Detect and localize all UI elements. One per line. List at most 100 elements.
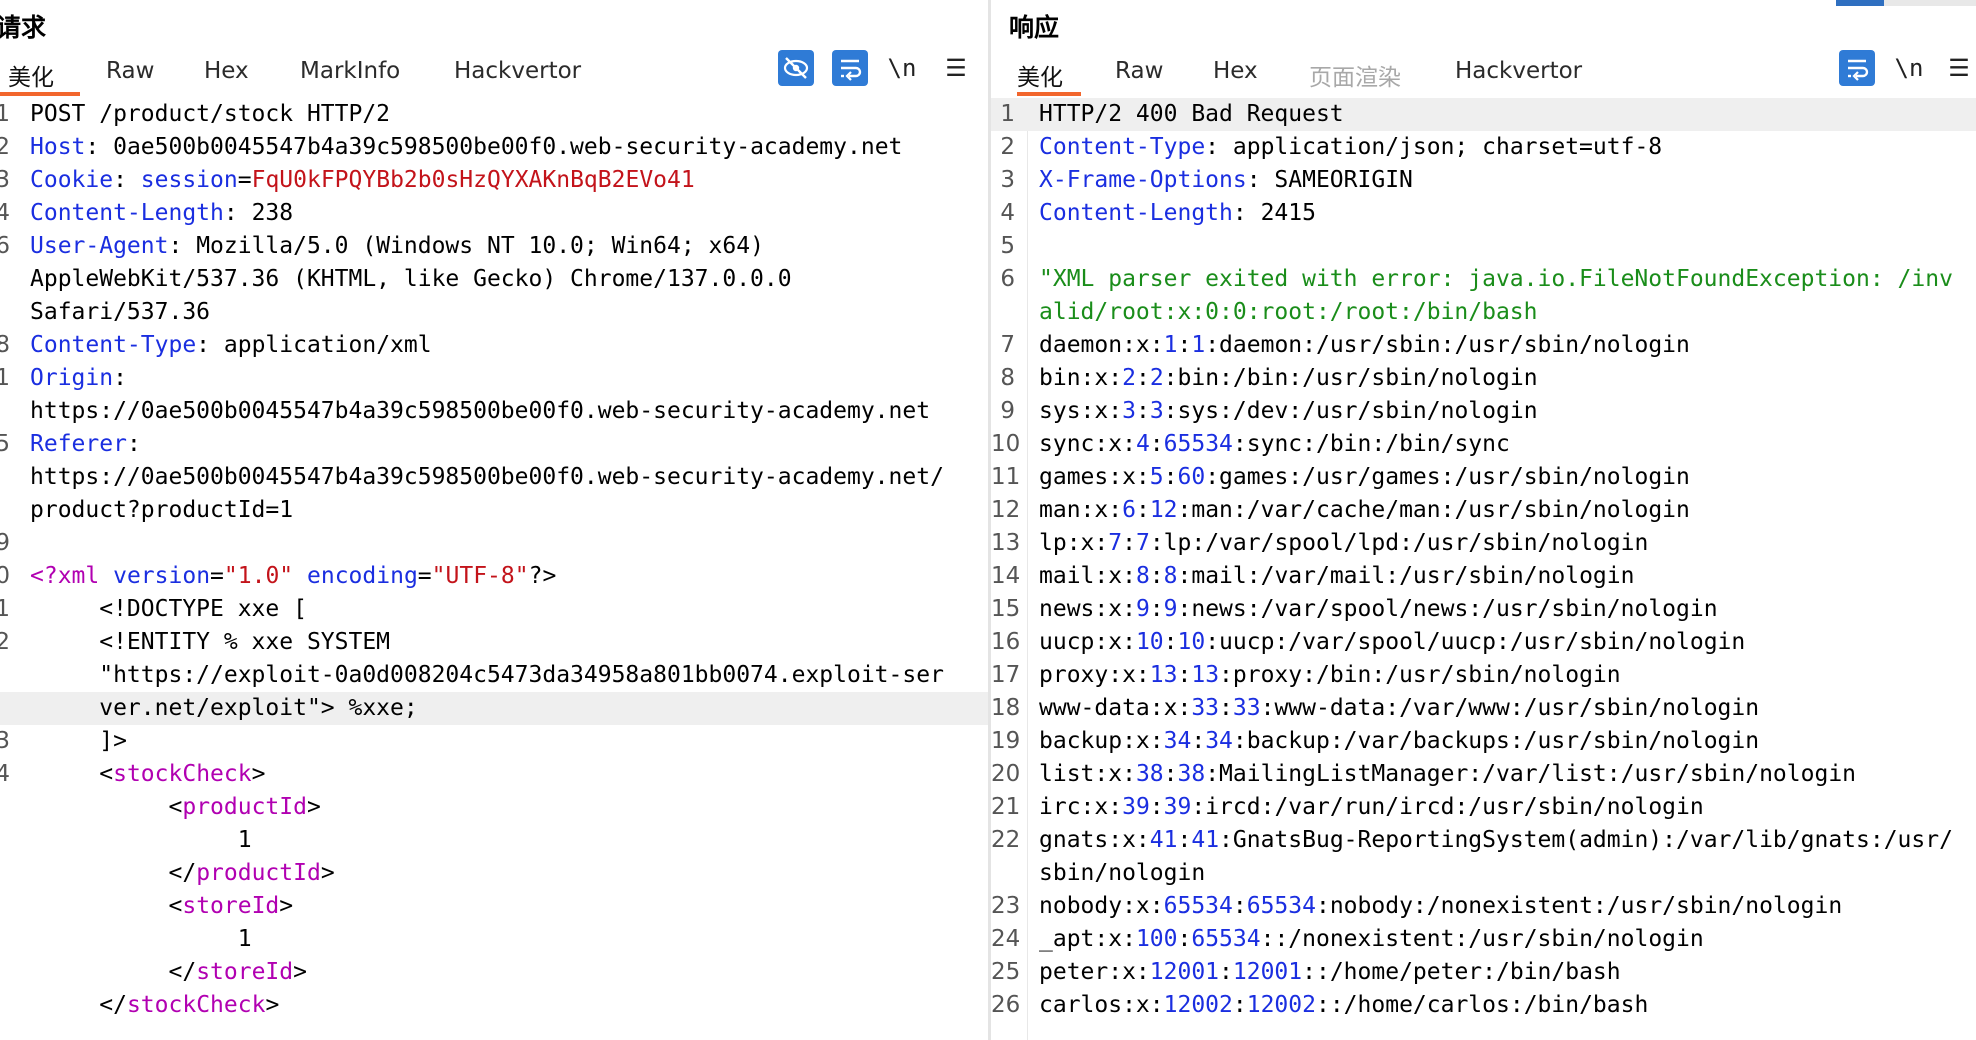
code-line: </stockCheck>: [0, 989, 988, 1022]
passwd-gid: 12001: [1232, 959, 1303, 985]
tag-bracket: >: [279, 893, 294, 919]
wrap-lines-button[interactable]: [832, 50, 868, 86]
response-title: 响应: [1009, 13, 1060, 42]
passwd-rest: :proxy:/bin:/usr/sbin/nologin: [1219, 662, 1621, 688]
tab-markinfo[interactable]: MarkInfo: [300, 58, 400, 84]
tab-hackvertor[interactable]: Hackvertor: [1455, 58, 1582, 84]
passwd-sep: :: [1177, 662, 1192, 688]
passwd-gid: 12002: [1246, 992, 1316, 1018]
header-value: application/json; charset=utf-8: [1232, 134, 1663, 160]
line-text: peter:x:12001:12001::/home/peter:/bin/ba…: [1039, 956, 1621, 989]
passwd-uid: 1: [1163, 332, 1178, 358]
line-text: mail:x:8:8:mail:/var/mail:/usr/sbin/nolo…: [1039, 560, 1634, 593]
tab-hex[interactable]: Hex: [1213, 58, 1258, 84]
code-line: 3 Cookie: session=FqU0kFPQYBb2b0sHzQYXAKn…: [0, 164, 988, 197]
passwd-gid: 8: [1163, 563, 1178, 589]
line-number: 2: [1000, 134, 1015, 160]
passwd-rest: :ircd:/var/run/ircd:/usr/sbin/nologin: [1191, 794, 1704, 820]
code-line: 12 man:x:6:12:man:/var/cache/man:/usr/sbi…: [991, 494, 1976, 527]
passwd-sep: :: [1149, 563, 1164, 589]
passwd-sep: :: [1232, 992, 1247, 1018]
code-line: 26 carlos:x:12002:12002::/home/carlos:/bi…: [991, 989, 1976, 1022]
passwd-uid: 39: [1122, 794, 1150, 820]
line-number: 3: [1000, 167, 1015, 193]
menu-icon[interactable]: ☰: [1941, 50, 1976, 86]
code-line: 10 sync:x:4:65534:sync:/bin:/bin/sync: [991, 428, 1976, 461]
line-text: <?xml version="1.0" encoding="UTF-8"?>: [30, 563, 557, 589]
tag-bracket: </: [168, 860, 197, 886]
xml-tag-name: storeId: [182, 893, 280, 919]
tab-pretty[interactable]: 美化: [8, 58, 54, 92]
header-name: Cookie: [30, 167, 114, 193]
passwd-gid: 13: [1191, 662, 1220, 688]
code-line: 4 Content-Length: 238: [0, 197, 988, 230]
tab-hex[interactable]: Hex: [204, 58, 249, 84]
show-newlines-button[interactable]: \n: [884, 50, 920, 86]
line-text: carlos:x:12002:12002::/home/carlos:/bin/…: [1039, 989, 1648, 1022]
passwd-sep: :: [1191, 728, 1206, 754]
passwd-sep: :: [1163, 761, 1178, 787]
code-line: 0 <?xml version="1.0" encoding="UTF-8"?>: [0, 560, 988, 593]
tag-bracket: >: [320, 860, 335, 886]
xml-tag-name: productId: [196, 860, 321, 886]
line-number: 8: [0, 332, 10, 358]
passwd-sep: :: [1219, 959, 1233, 985]
passwd-gid: 65534: [1191, 926, 1261, 952]
request-editor[interactable]: 1 POST /product/stock HTTP/2 2 Host: 0ae500…: [0, 98, 988, 1040]
line-text: X-Frame-Options: SAMEORIGIN: [1039, 167, 1413, 193]
line-number: 26: [991, 992, 1021, 1018]
line-number: 15: [991, 596, 1021, 622]
line-number: 6: [1000, 266, 1015, 292]
passwd-user: games:x:: [1039, 464, 1150, 490]
passwd-rest: ::/home/peter:/bin/bash: [1302, 959, 1621, 985]
line-text: 1: [30, 827, 252, 853]
code-line: alid/root:x:0:0:root:/root:/bin/bash: [991, 296, 1976, 329]
header-name: Content-Length: [30, 200, 224, 226]
wrap-lines-button[interactable]: [1839, 50, 1875, 86]
passwd-rest: ::/home/carlos:/bin/bash: [1315, 992, 1649, 1018]
header-name: Origin: [30, 365, 114, 391]
passwd-uid: 65534: [1163, 893, 1233, 919]
hide-nonprintable-button[interactable]: [778, 50, 814, 86]
passwd-rest: :uucp:/var/spool/uucp:/usr/sbin/nologin: [1205, 629, 1746, 655]
code-line: </productId>: [0, 857, 988, 890]
passwd-gid: 38: [1177, 761, 1206, 787]
header-value: SAMEORIGIN: [1274, 167, 1413, 193]
top-scrollbar[interactable]: [1836, 0, 1976, 6]
line-text: Referer:: [30, 431, 155, 457]
passwd-uid: 13: [1149, 662, 1178, 688]
line-number: 2: [0, 134, 10, 160]
menu-icon[interactable]: ☰: [938, 50, 974, 86]
header-name: Content-Type: [30, 332, 197, 358]
tab-hackvertor[interactable]: Hackvertor: [454, 58, 581, 84]
passwd-uid: 38: [1135, 761, 1164, 787]
code-line: 25 peter:x:12001:12001::/home/peter:/bin/…: [991, 956, 1976, 989]
line-text: nobody:x:65534:65534:nobody:/nonexistent…: [1039, 890, 1842, 923]
passwd-uid: 33: [1191, 695, 1220, 721]
passwd-uid: 4: [1135, 431, 1150, 457]
cookie-value: FqU0kFPQYBb2b0sHzQYXAKnBqB2EVo41: [251, 167, 695, 193]
passwd-user: _apt:x:: [1039, 926, 1136, 952]
tab-pretty[interactable]: 美化: [1017, 58, 1063, 92]
passwd-sep: :: [1177, 332, 1192, 358]
passwd-rest: :bin:/bin:/usr/sbin/nologin: [1163, 365, 1538, 391]
passwd-sep: :: [1177, 827, 1192, 853]
show-newlines-button[interactable]: \n: [1891, 50, 1927, 86]
line-text: backup:x:34:34:backup:/var/backups:/usr/…: [1039, 725, 1759, 758]
tab-raw[interactable]: Raw: [106, 58, 154, 84]
code-line: AppleWebKit/537.36 (KHTML, like Gecko) C…: [0, 263, 988, 296]
xml-attr-value: "UTF-8": [431, 563, 529, 589]
line-text: "https://exploit-0a0d008204c5473da34958a…: [30, 662, 944, 688]
passwd-sep: :: [1163, 629, 1178, 655]
line-number: 4: [0, 200, 10, 226]
xml-tag-name: storeId: [196, 959, 294, 985]
passwd-uid: 41: [1149, 827, 1178, 853]
line-number: 2: [0, 629, 10, 655]
tab-raw[interactable]: Raw: [1115, 58, 1163, 84]
xml-attr: encoding: [307, 563, 418, 589]
passwd-sep: :: [1135, 365, 1150, 391]
passwd-rest: :www-data:/var/www:/usr/sbin/nologin: [1260, 695, 1760, 721]
response-editor[interactable]: 1 HTTP/2 400 Bad Request 2 Content-Type: ap…: [991, 98, 1976, 1040]
